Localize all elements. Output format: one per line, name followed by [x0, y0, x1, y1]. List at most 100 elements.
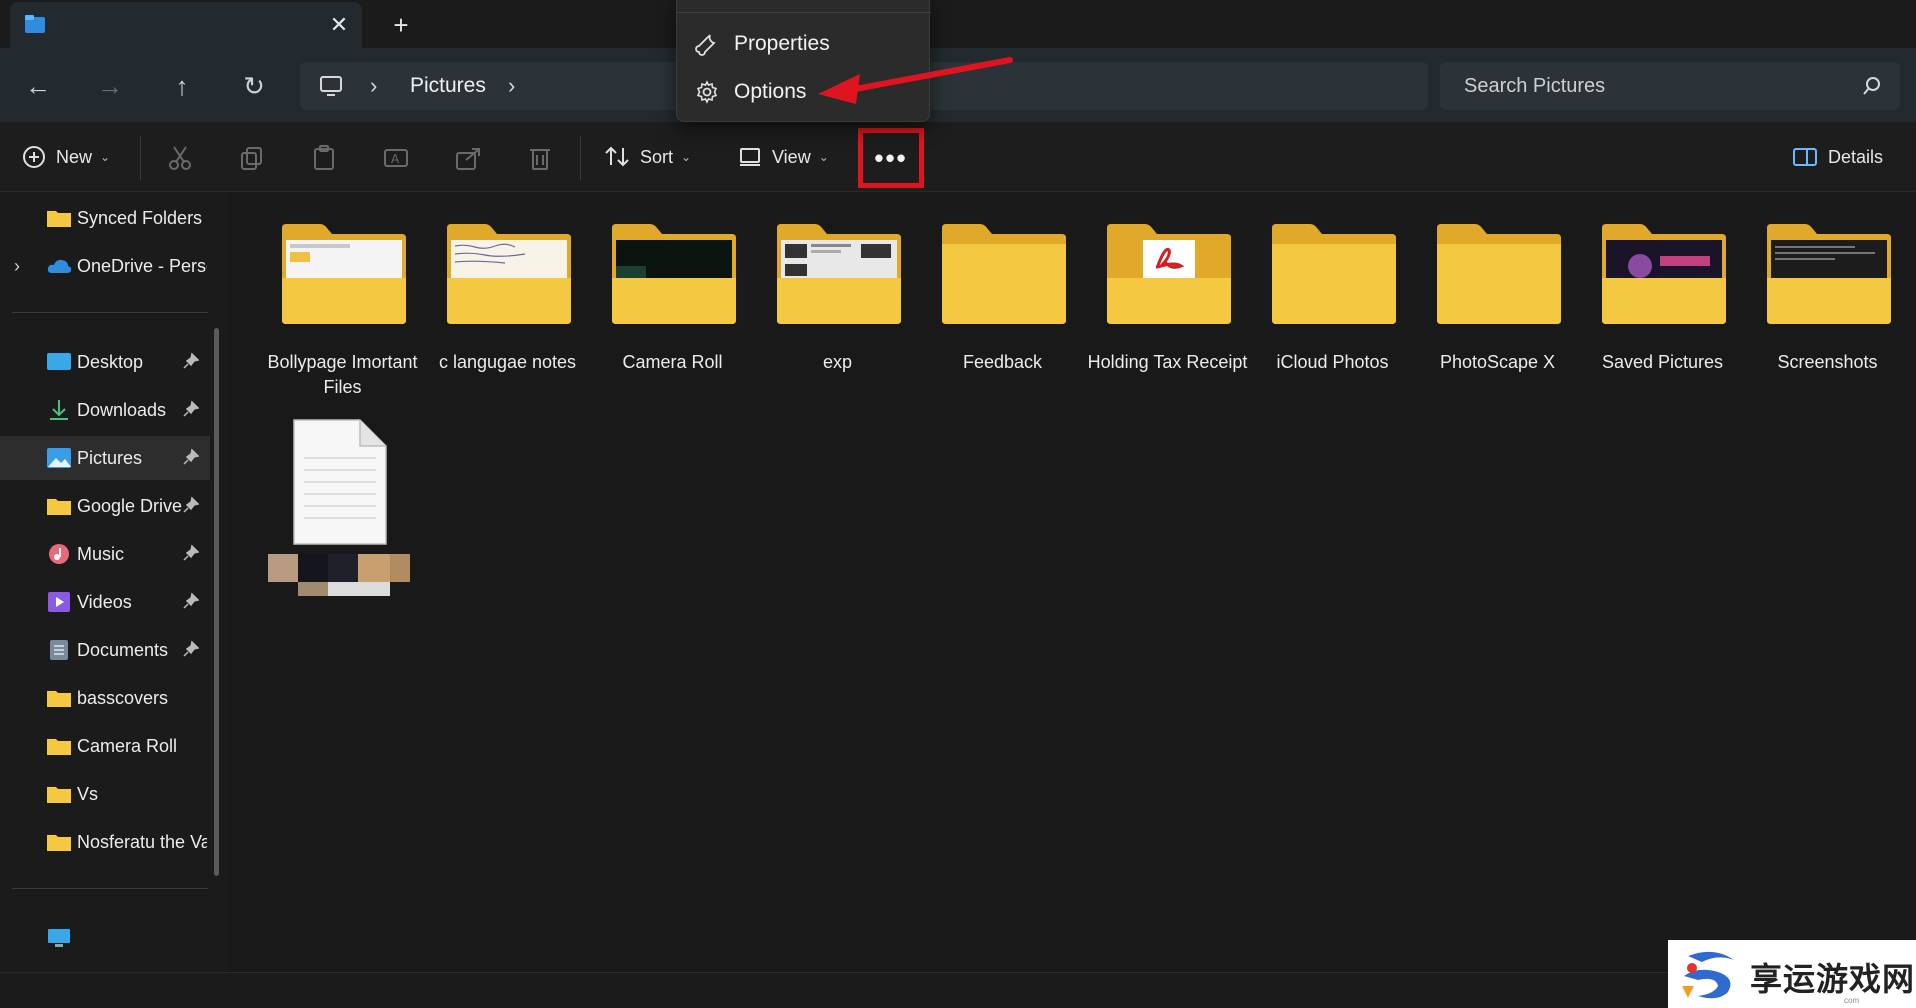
breadcrumb-chevron-icon[interactable]: › [508, 72, 515, 100]
sidebar-item-label: Google Drive [77, 496, 183, 516]
menu-item-label: Options [734, 80, 807, 103]
folder-item[interactable]: iCloud Photos [1250, 192, 1410, 392]
toolbar-divider [580, 136, 581, 180]
folder-icon [47, 499, 71, 515]
sidebar-item-google-drive[interactable]: Google Drive [0, 484, 210, 528]
chevron-down-icon: ⌄ [100, 150, 111, 164]
folder-icon [47, 691, 71, 707]
breadcrumb-chevron-icon[interactable]: › [370, 72, 377, 100]
folder-icon [47, 739, 71, 755]
search-box[interactable]: Search Pictures [1440, 62, 1900, 110]
sidebar-item-label: Documents [77, 640, 169, 660]
sidebar-item-this-pc[interactable] [0, 916, 210, 960]
search-icon [1863, 77, 1880, 95]
rename-icon[interactable]: A [382, 144, 410, 172]
sidebar-item-camera-roll[interactable]: Camera Roll [0, 724, 210, 768]
sidebar-item-label: Vs [77, 784, 99, 804]
pin-icon[interactable] [182, 592, 200, 610]
toolbar-divider [140, 136, 141, 180]
window-tab[interactable]: ✕ [10, 2, 362, 48]
sidebar-item-pictures[interactable]: Pictures [0, 436, 210, 480]
sidebar-item-downloads[interactable]: Downloads [0, 388, 210, 432]
folder-icon [1437, 224, 1561, 324]
folder-item[interactable]: PhotoScape X [1415, 192, 1575, 392]
folder-item[interactable]: Feedback [920, 192, 1080, 392]
command-bar: New ⌄ A Sort ⌄ View ⌄ ••• Details [0, 122, 1916, 192]
folder-icon [612, 224, 736, 324]
sidebar-item-nosferatu[interactable]: Nosferatu the Vampyre [0, 820, 210, 864]
folder-item[interactable]: Screenshots [1745, 192, 1905, 392]
folder-item[interactable]: Bollypage Imortant Files [260, 192, 420, 397]
cut-icon[interactable] [166, 144, 194, 172]
folder-item[interactable]: exp [755, 192, 915, 392]
forward-button[interactable]: → [90, 66, 130, 106]
gear-icon [696, 80, 718, 104]
pin-icon[interactable] [182, 496, 200, 514]
sort-button[interactable]: Sort ⌄ [604, 138, 691, 176]
delete-icon[interactable] [526, 144, 554, 172]
details-pane-icon [1793, 148, 1817, 166]
new-button[interactable]: New ⌄ [22, 138, 110, 176]
more-options-icon: ••• [874, 143, 908, 173]
sidebar-item-label: Downloads [77, 400, 167, 420]
sidebar-item-desktop[interactable]: Desktop [0, 340, 210, 384]
folder-name: Feedback [962, 352, 1043, 372]
see-more-button[interactable]: ••• [858, 128, 924, 188]
documents-icon [50, 640, 68, 660]
share-icon[interactable] [454, 144, 482, 172]
folder-item[interactable]: c langugae notes [425, 192, 585, 392]
folder-name: c langugae notes [438, 352, 577, 372]
details-button[interactable]: Details [1792, 138, 1883, 176]
view-button[interactable]: View ⌄ [738, 138, 829, 176]
videos-icon [48, 592, 70, 612]
close-tab-button[interactable]: ✕ [326, 12, 352, 38]
refresh-button[interactable]: ↻ [234, 66, 274, 106]
breadcrumb-pictures[interactable]: Pictures [410, 74, 486, 98]
folder-icon [777, 224, 901, 324]
pin-icon[interactable] [182, 640, 200, 658]
back-button[interactable]: ← [18, 66, 58, 106]
pin-icon[interactable] [182, 448, 200, 466]
title-bar: ✕ + [0, 0, 1916, 48]
search-input[interactable]: Search Pictures [1464, 75, 1605, 98]
folder-name: Holding Tax Receipt [1087, 352, 1248, 372]
folder-item[interactable]: Holding Tax Receipt [1085, 192, 1247, 392]
copy-icon[interactable] [238, 144, 266, 172]
sidebar-item-music[interactable]: Music [0, 532, 210, 576]
sidebar-item-videos[interactable]: Videos [0, 580, 210, 624]
folder-item[interactable]: Saved Pictures [1580, 192, 1740, 392]
folder-item[interactable]: Camera Roll [590, 192, 750, 392]
folder-icon [1767, 224, 1891, 324]
this-pc-icon [48, 929, 70, 947]
up-button[interactable]: ↑ [162, 66, 202, 106]
new-label: New [56, 146, 93, 167]
document-file-icon[interactable] [290, 418, 390, 548]
new-tab-button[interactable]: + [386, 10, 416, 40]
status-bar [0, 972, 1916, 1008]
expand-chevron-icon[interactable]: › [14, 256, 20, 277]
folder-name: Camera Roll [622, 352, 723, 372]
navigation-pane: Synced Folders › OneDrive - Personal Des… [0, 192, 228, 972]
plus-circle-icon [23, 146, 45, 168]
sidebar-item-onedrive[interactable]: › OneDrive - Personal [0, 244, 210, 288]
svg-text:A: A [391, 152, 400, 166]
folder-icon [447, 224, 571, 324]
sidebar-item-documents[interactable]: Documents [0, 628, 210, 672]
pin-icon[interactable] [182, 352, 200, 370]
pin-icon[interactable] [182, 544, 200, 562]
file-explorer-icon [25, 15, 45, 33]
pin-icon[interactable] [182, 400, 200, 418]
music-icon [49, 544, 69, 564]
desktop-icon [47, 353, 71, 370]
folder-icon [942, 224, 1066, 324]
paste-icon[interactable] [310, 144, 338, 172]
sidebar-item-synced-folders[interactable]: Synced Folders [0, 196, 210, 240]
folder-icon [282, 224, 406, 324]
sidebar-item-label: Videos [77, 592, 132, 612]
sidebar-item-vs[interactable]: Vs [0, 772, 210, 816]
folder-name: iCloud Photos [1276, 352, 1389, 372]
folder-name: exp [822, 352, 853, 372]
sidebar-item-basscovers[interactable]: basscovers [0, 676, 210, 720]
folder-name: Screenshots [1777, 352, 1878, 372]
sidebar-scrollbar[interactable] [214, 328, 219, 876]
